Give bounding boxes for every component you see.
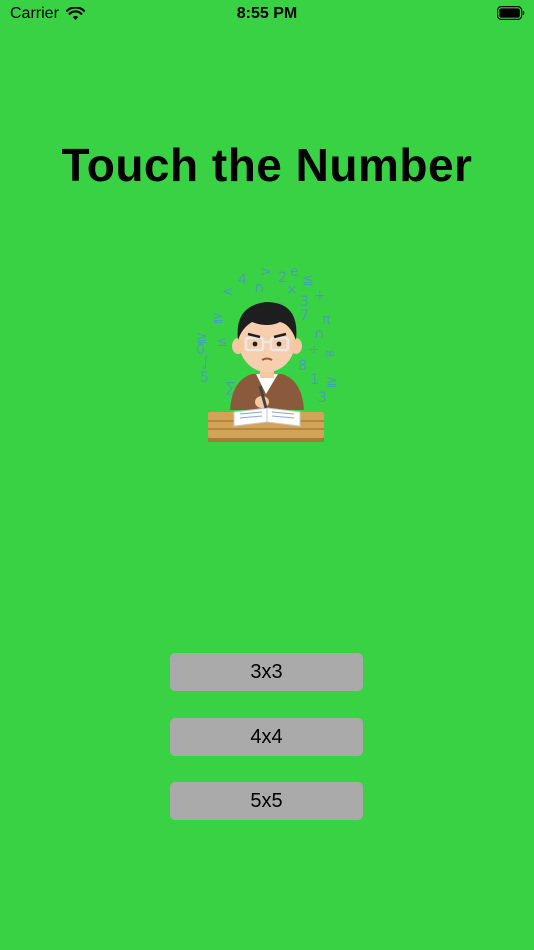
status-bar: Carrier 8:55 PM [0, 0, 534, 30]
svg-text:8: 8 [298, 358, 307, 374]
svg-text:+: + [314, 288, 326, 304]
grid-5x5-button[interactable]: 5x5 [170, 782, 363, 820]
svg-text:≧: ≧ [212, 310, 224, 326]
svg-text:≤: ≤ [216, 334, 228, 350]
battery-icon [497, 6, 525, 20]
svg-text:1: 1 [310, 372, 319, 388]
svg-text:×: × [286, 282, 298, 298]
svg-text:4: 4 [238, 272, 247, 288]
svg-text:3: 3 [318, 390, 327, 406]
svg-text:∩: ∩ [254, 280, 264, 296]
svg-text:≦: ≦ [302, 272, 314, 288]
grid-3x3-button[interactable]: 3x3 [170, 653, 363, 691]
svg-text:7: 7 [300, 308, 309, 324]
svg-text:e: e [290, 264, 299, 280]
svg-text:<: < [222, 284, 234, 300]
svg-text:≧: ≧ [326, 374, 338, 390]
svg-text:∩: ∩ [314, 326, 324, 342]
app-title: Touch the Number [61, 139, 473, 191]
studying-student-icon: ≧ ≧ ∫ 0 ≤ 4 ∩ > 2 e × ≦ 3 + 7 π ∩ ÷ 8 ∞ … [196, 264, 338, 442]
grid-4x4-button[interactable]: 4x4 [170, 718, 363, 756]
svg-text:0: 0 [196, 342, 205, 358]
svg-text:>: > [260, 264, 272, 280]
svg-text:5: 5 [200, 370, 209, 386]
status-time: 8:55 PM [236, 5, 298, 22]
svg-text:÷: ÷ [308, 342, 320, 358]
svg-text:∞: ∞ [324, 346, 336, 362]
